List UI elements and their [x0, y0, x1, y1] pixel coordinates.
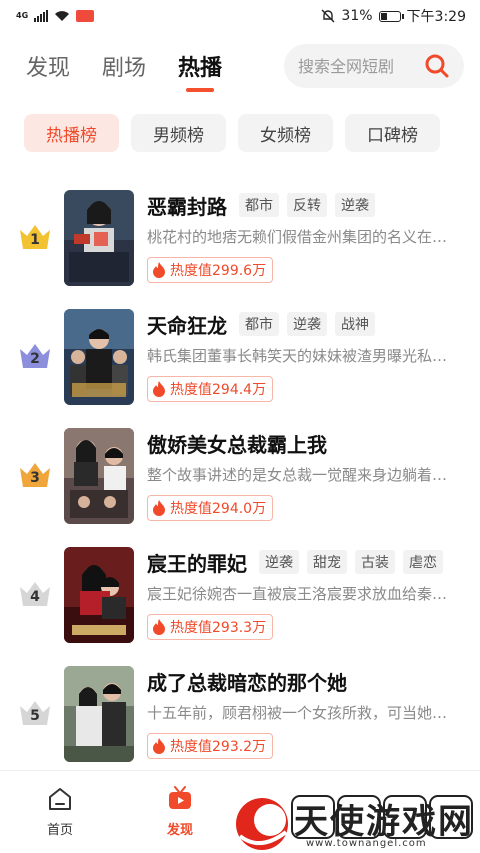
bottom-nav-home[interactable]: 首页	[30, 785, 90, 838]
battery-icon	[378, 10, 404, 22]
rank-number: 4	[30, 589, 40, 605]
fire-icon	[153, 500, 165, 516]
drama-cover[interactable]	[64, 428, 134, 524]
drama-info: 宸王的罪妃 逆袭 甜宠 古装 虐恋 宸王妃徐婉杏一直被宸王洛宸要求放血给秦… 热…	[147, 547, 467, 640]
drama-title[interactable]: 宸王的罪妃	[147, 548, 247, 577]
genre-tag: 战神	[335, 312, 375, 336]
signal-icon	[34, 10, 49, 22]
bottom-nav-discover[interactable]: 发现	[150, 785, 210, 838]
rank-crown-icon: 5	[18, 698, 52, 728]
search-box[interactable]	[284, 44, 464, 88]
heat-value: 热度值293.2万	[170, 739, 267, 755]
genre-tag: 甜宠	[307, 550, 347, 574]
drama-title[interactable]: 恶霸封路	[147, 191, 227, 220]
genre-tag: 逆袭	[287, 312, 327, 336]
heat-badge: 热度值294.0万	[147, 495, 274, 521]
search-icon[interactable]	[424, 53, 450, 79]
drama-cover[interactable]	[64, 309, 134, 405]
fire-icon	[153, 619, 165, 635]
list-item[interactable]: 2 天命狂龙 都市 逆袭 战神 韩氏集团董事长韩笑天的妹妹被渣男曝光私… 热度值…	[0, 303, 480, 422]
app-notification-icon	[76, 10, 95, 22]
search-input[interactable]	[298, 56, 416, 76]
tab-discover[interactable]: 发现	[26, 50, 70, 82]
rank-number: 1	[30, 232, 40, 248]
rank-number: 3	[30, 470, 40, 486]
rank-crown-icon: 2	[18, 341, 52, 371]
genre-tag: 都市	[239, 312, 279, 336]
network-type: 4G	[16, 11, 29, 20]
drama-cover[interactable]	[64, 547, 134, 643]
chip-hot-ranking[interactable]: 热播榜	[24, 114, 119, 152]
rank-number: 5	[30, 708, 40, 724]
bottom-nav-discover-label: 发现	[166, 823, 193, 838]
genre-tag: 古装	[355, 550, 395, 574]
drama-description: 韩氏集团董事长韩笑天的妹妹被渣男曝光私…	[147, 347, 448, 365]
heat-badge: 热度值294.4万	[147, 376, 274, 402]
top-nav: 发现 剧场 热播	[0, 38, 480, 94]
heat-value: 热度值294.0万	[170, 501, 267, 517]
rank-crown-icon: 1	[18, 222, 52, 252]
heat-badge: 热度值293.2万	[147, 733, 274, 759]
drama-description: 桃花村的地痞无赖们假借金州集团的名义在…	[147, 228, 448, 246]
drama-info: 傲娇美女总裁霸上我 整个故事讲述的是女总裁一觉醒来身边躺着… 热度值294.0万	[147, 428, 467, 521]
drama-info: 成了总裁暗恋的那个她 十五年前，顾君栩被一个女孩所救，可当她… 热度值293.2…	[147, 666, 467, 759]
status-bar: 4G 31% 下午3:29	[0, 0, 480, 32]
drama-cover[interactable]	[64, 190, 134, 286]
genre-tag: 都市	[239, 193, 279, 217]
list-item[interactable]: 3 傲娇美女总裁霸上我 整个故事讲述的是女总裁一觉醒来身边躺着… 热度值294.…	[0, 422, 480, 541]
bottom-nav-home-label: 首页	[46, 823, 73, 838]
drama-description: 宸王妃徐婉杏一直被宸王洛宸要求放血给秦…	[147, 585, 448, 603]
heat-value: 热度值294.4万	[170, 382, 267, 398]
status-left: 4G	[16, 10, 95, 22]
list-item[interactable]: 4 宸王的罪妃 逆袭 甜宠 古装 虐恋 宸王妃徐婉杏一直被宸王洛宸要求放血给秦……	[0, 541, 480, 660]
ranking-chips: 热播榜 男频榜 女频榜 口碑榜	[24, 114, 440, 152]
fire-icon	[153, 738, 165, 754]
genre-tag: 逆袭	[335, 193, 375, 217]
status-right: 31% 下午3:29	[321, 6, 466, 26]
list-item[interactable]: 5 成了总裁暗恋的那个她 十五年前，顾君栩被一个女孩所救，可当她… 热度值293…	[0, 660, 480, 779]
chip-reputation-ranking[interactable]: 口碑榜	[345, 114, 440, 152]
genre-tag: 虐恋	[403, 550, 443, 574]
fire-icon	[153, 381, 165, 397]
clock: 下午3:29	[406, 9, 466, 25]
list-item[interactable]: 1 恶霸封路 都市 反转 逆袭 桃花村的地痞无赖们假借金州集团的名义在… 热度值…	[0, 184, 480, 303]
genre-tag: 逆袭	[259, 550, 299, 574]
drama-title[interactable]: 傲娇美女总裁霸上我	[147, 429, 327, 458]
heat-value: 热度值299.6万	[170, 263, 267, 279]
rank-number: 2	[30, 351, 40, 367]
heat-badge: 热度值299.6万	[147, 257, 274, 283]
drama-cover[interactable]	[64, 666, 134, 762]
heat-value: 热度值293.3万	[170, 620, 267, 636]
wifi-icon	[55, 11, 70, 21]
battery-percent: 31%	[341, 8, 373, 24]
rank-crown-icon: 4	[18, 579, 52, 609]
watermark-text: 天使游戏网	[294, 802, 474, 842]
chip-female-ranking[interactable]: 女频榜	[238, 114, 333, 152]
drama-title[interactable]: 成了总裁暗恋的那个她	[147, 667, 347, 696]
home-icon	[49, 788, 71, 810]
rank-crown-icon: 3	[18, 460, 52, 490]
fire-icon	[153, 262, 165, 278]
tab-trending[interactable]: 热播	[178, 50, 222, 82]
drama-info: 天命狂龙 都市 逆袭 战神 韩氏集团董事长韩笑天的妹妹被渣男曝光私… 热度值29…	[147, 309, 467, 402]
drama-description: 整个故事讲述的是女总裁一觉醒来身边躺着…	[147, 466, 448, 484]
drama-ranking-list: 1 恶霸封路 都市 反转 逆袭 桃花村的地痞无赖们假借金州集团的名义在… 热度值…	[0, 184, 480, 779]
genre-tag: 反转	[287, 193, 327, 217]
tv-icon	[169, 786, 191, 809]
chip-male-ranking[interactable]: 男频榜	[131, 114, 226, 152]
tab-theater[interactable]: 剧场	[102, 50, 146, 82]
watermark-url: www.townangel.com	[306, 838, 427, 849]
drama-info: 恶霸封路 都市 反转 逆袭 桃花村的地痞无赖们假借金州集团的名义在… 热度值29…	[147, 190, 467, 283]
drama-title[interactable]: 天命狂龙	[147, 310, 227, 339]
mute-bell-icon	[321, 9, 335, 23]
heat-badge: 热度值293.3万	[147, 614, 274, 640]
drama-description: 十五年前，顾君栩被一个女孩所救，可当她…	[147, 704, 448, 722]
